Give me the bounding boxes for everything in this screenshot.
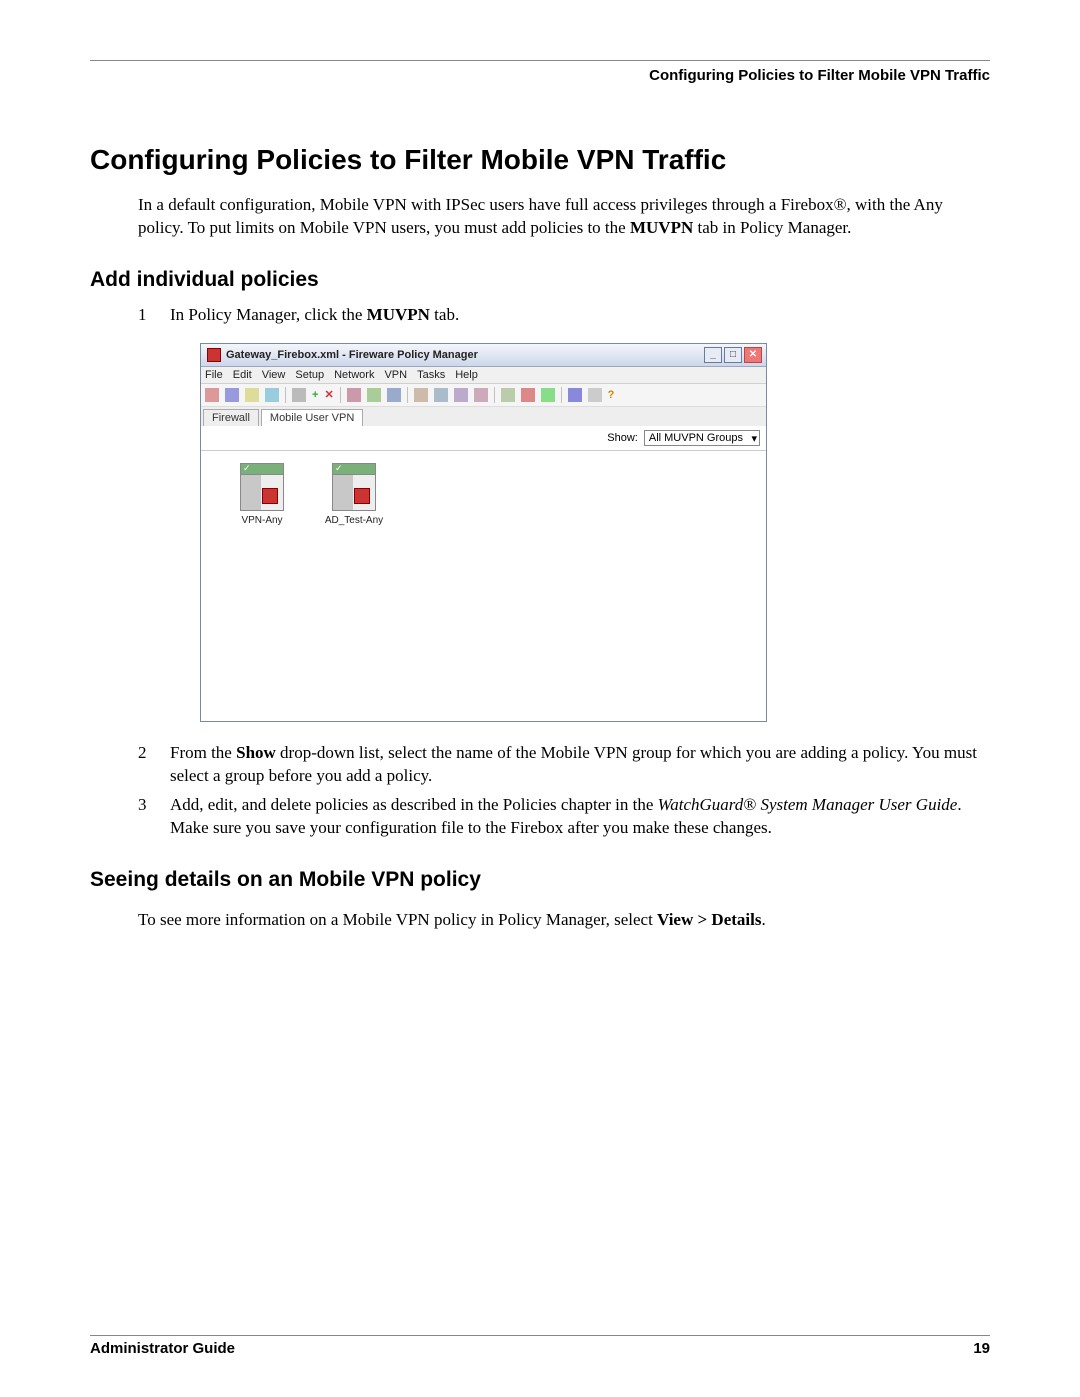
subheading-add-policies: Add individual policies	[90, 268, 990, 292]
menubar: File Edit View Setup Network VPN Tasks H…	[201, 367, 766, 384]
policy-canvas: VPN-Any AD_Test-Any	[201, 451, 766, 721]
show-bar: Show: All MUVPN Groups ▾	[201, 426, 766, 451]
tabbar: Firewall Mobile User VPN	[201, 407, 766, 426]
step2-pre: From the	[170, 743, 236, 762]
toolbar-icon[interactable]	[387, 388, 401, 402]
running-head: Configuring Policies to Filter Mobile VP…	[90, 67, 990, 84]
chevron-down-icon: ▾	[751, 432, 757, 445]
footer-left: Administrator Guide	[90, 1340, 235, 1357]
policy-label: AD_Test-Any	[325, 515, 383, 526]
window-title: Gateway_Firebox.xml - Fireware Policy Ma…	[226, 349, 478, 361]
tab-muvpn[interactable]: Mobile User VPN	[261, 409, 363, 426]
menu-vpn[interactable]: VPN	[384, 369, 407, 381]
titlebar: Gateway_Firebox.xml - Fireware Policy Ma…	[201, 344, 766, 367]
step2-bold: Show	[236, 743, 276, 762]
menu-view[interactable]: View	[262, 369, 286, 381]
footer: Administrator Guide 19	[90, 1335, 990, 1357]
intro-paragraph: In a default configuration, Mobile VPN w…	[138, 194, 990, 240]
toolbar: + ✕ ?	[201, 384, 766, 407]
subheading-seeing-details: Seeing details on an Mobile VPN policy	[90, 868, 990, 892]
menu-network[interactable]: Network	[334, 369, 374, 381]
step1-bold: MUVPN	[367, 305, 430, 324]
toolbar-separator	[561, 387, 562, 403]
plus-icon[interactable]: +	[312, 389, 318, 401]
policy-item[interactable]: VPN-Any	[225, 463, 299, 526]
toolbar-icon[interactable]	[474, 388, 488, 402]
app-icon	[207, 348, 221, 362]
toolbar-icon[interactable]	[347, 388, 361, 402]
policy-item[interactable]: AD_Test-Any	[317, 463, 391, 526]
close-button[interactable]: ✕	[744, 347, 762, 363]
toolbar-separator	[340, 387, 341, 403]
x-icon[interactable]: ✕	[324, 388, 333, 401]
show-value: All MUVPN Groups	[649, 432, 743, 444]
toolbar-icon[interactable]	[225, 388, 239, 402]
step-2: From the Show drop-down list, select the…	[138, 742, 990, 788]
toolbar-icon[interactable]	[541, 388, 555, 402]
show-dropdown[interactable]: All MUVPN Groups ▾	[644, 430, 760, 446]
step1-post: tab.	[430, 305, 459, 324]
intro-post: tab in Policy Manager.	[693, 218, 851, 237]
menu-help[interactable]: Help	[455, 369, 478, 381]
show-label: Show:	[607, 432, 638, 444]
policy-icon	[332, 463, 376, 511]
seeing-bold: View > Details	[657, 910, 761, 929]
policy-label: VPN-Any	[241, 515, 282, 526]
step1-pre: In Policy Manager, click the	[170, 305, 367, 324]
step2-post: drop-down list, select the name of the M…	[170, 743, 977, 785]
toolbar-icon[interactable]	[568, 388, 582, 402]
toolbar-icon[interactable]	[454, 388, 468, 402]
step3-pre: Add, edit, and delete policies as descri…	[170, 795, 658, 814]
page-number: 19	[973, 1340, 990, 1357]
section-title: Configuring Policies to Filter Mobile VP…	[90, 144, 990, 176]
seeing-post: .	[761, 910, 765, 929]
toolbar-icon[interactable]	[205, 388, 219, 402]
seeing-paragraph: To see more information on a Mobile VPN …	[138, 909, 990, 932]
menu-edit[interactable]: Edit	[233, 369, 252, 381]
step-1: In Policy Manager, click the MUVPN tab.	[138, 304, 990, 327]
toolbar-separator	[407, 387, 408, 403]
toolbar-separator	[285, 387, 286, 403]
toolbar-icon[interactable]	[245, 388, 259, 402]
toolbar-icon[interactable]	[501, 388, 515, 402]
tab-firewall[interactable]: Firewall	[203, 409, 259, 426]
toolbar-icon[interactable]	[434, 388, 448, 402]
step-3: Add, edit, and delete policies as descri…	[138, 794, 990, 840]
app-window: Gateway_Firebox.xml - Fireware Policy Ma…	[200, 343, 767, 722]
filter-icon[interactable]	[292, 388, 306, 402]
seeing-pre: To see more information on a Mobile VPN …	[138, 910, 657, 929]
maximize-button[interactable]: □	[724, 347, 742, 363]
step3-ital: WatchGuard® System Manager User Guide	[658, 795, 958, 814]
menu-setup[interactable]: Setup	[295, 369, 324, 381]
help-icon[interactable]: ?	[608, 389, 615, 401]
toolbar-icon[interactable]	[367, 388, 381, 402]
policy-icon	[240, 463, 284, 511]
intro-bold: MUVPN	[630, 218, 693, 237]
toolbar-icon[interactable]	[414, 388, 428, 402]
toolbar-icon[interactable]	[265, 388, 279, 402]
toolbar-icon[interactable]	[588, 388, 602, 402]
minimize-button[interactable]: _	[704, 347, 722, 363]
screenshot: Gateway_Firebox.xml - Fireware Policy Ma…	[200, 343, 990, 722]
toolbar-icon[interactable]	[521, 388, 535, 402]
menu-file[interactable]: File	[205, 369, 223, 381]
toolbar-separator	[494, 387, 495, 403]
menu-tasks[interactable]: Tasks	[417, 369, 445, 381]
